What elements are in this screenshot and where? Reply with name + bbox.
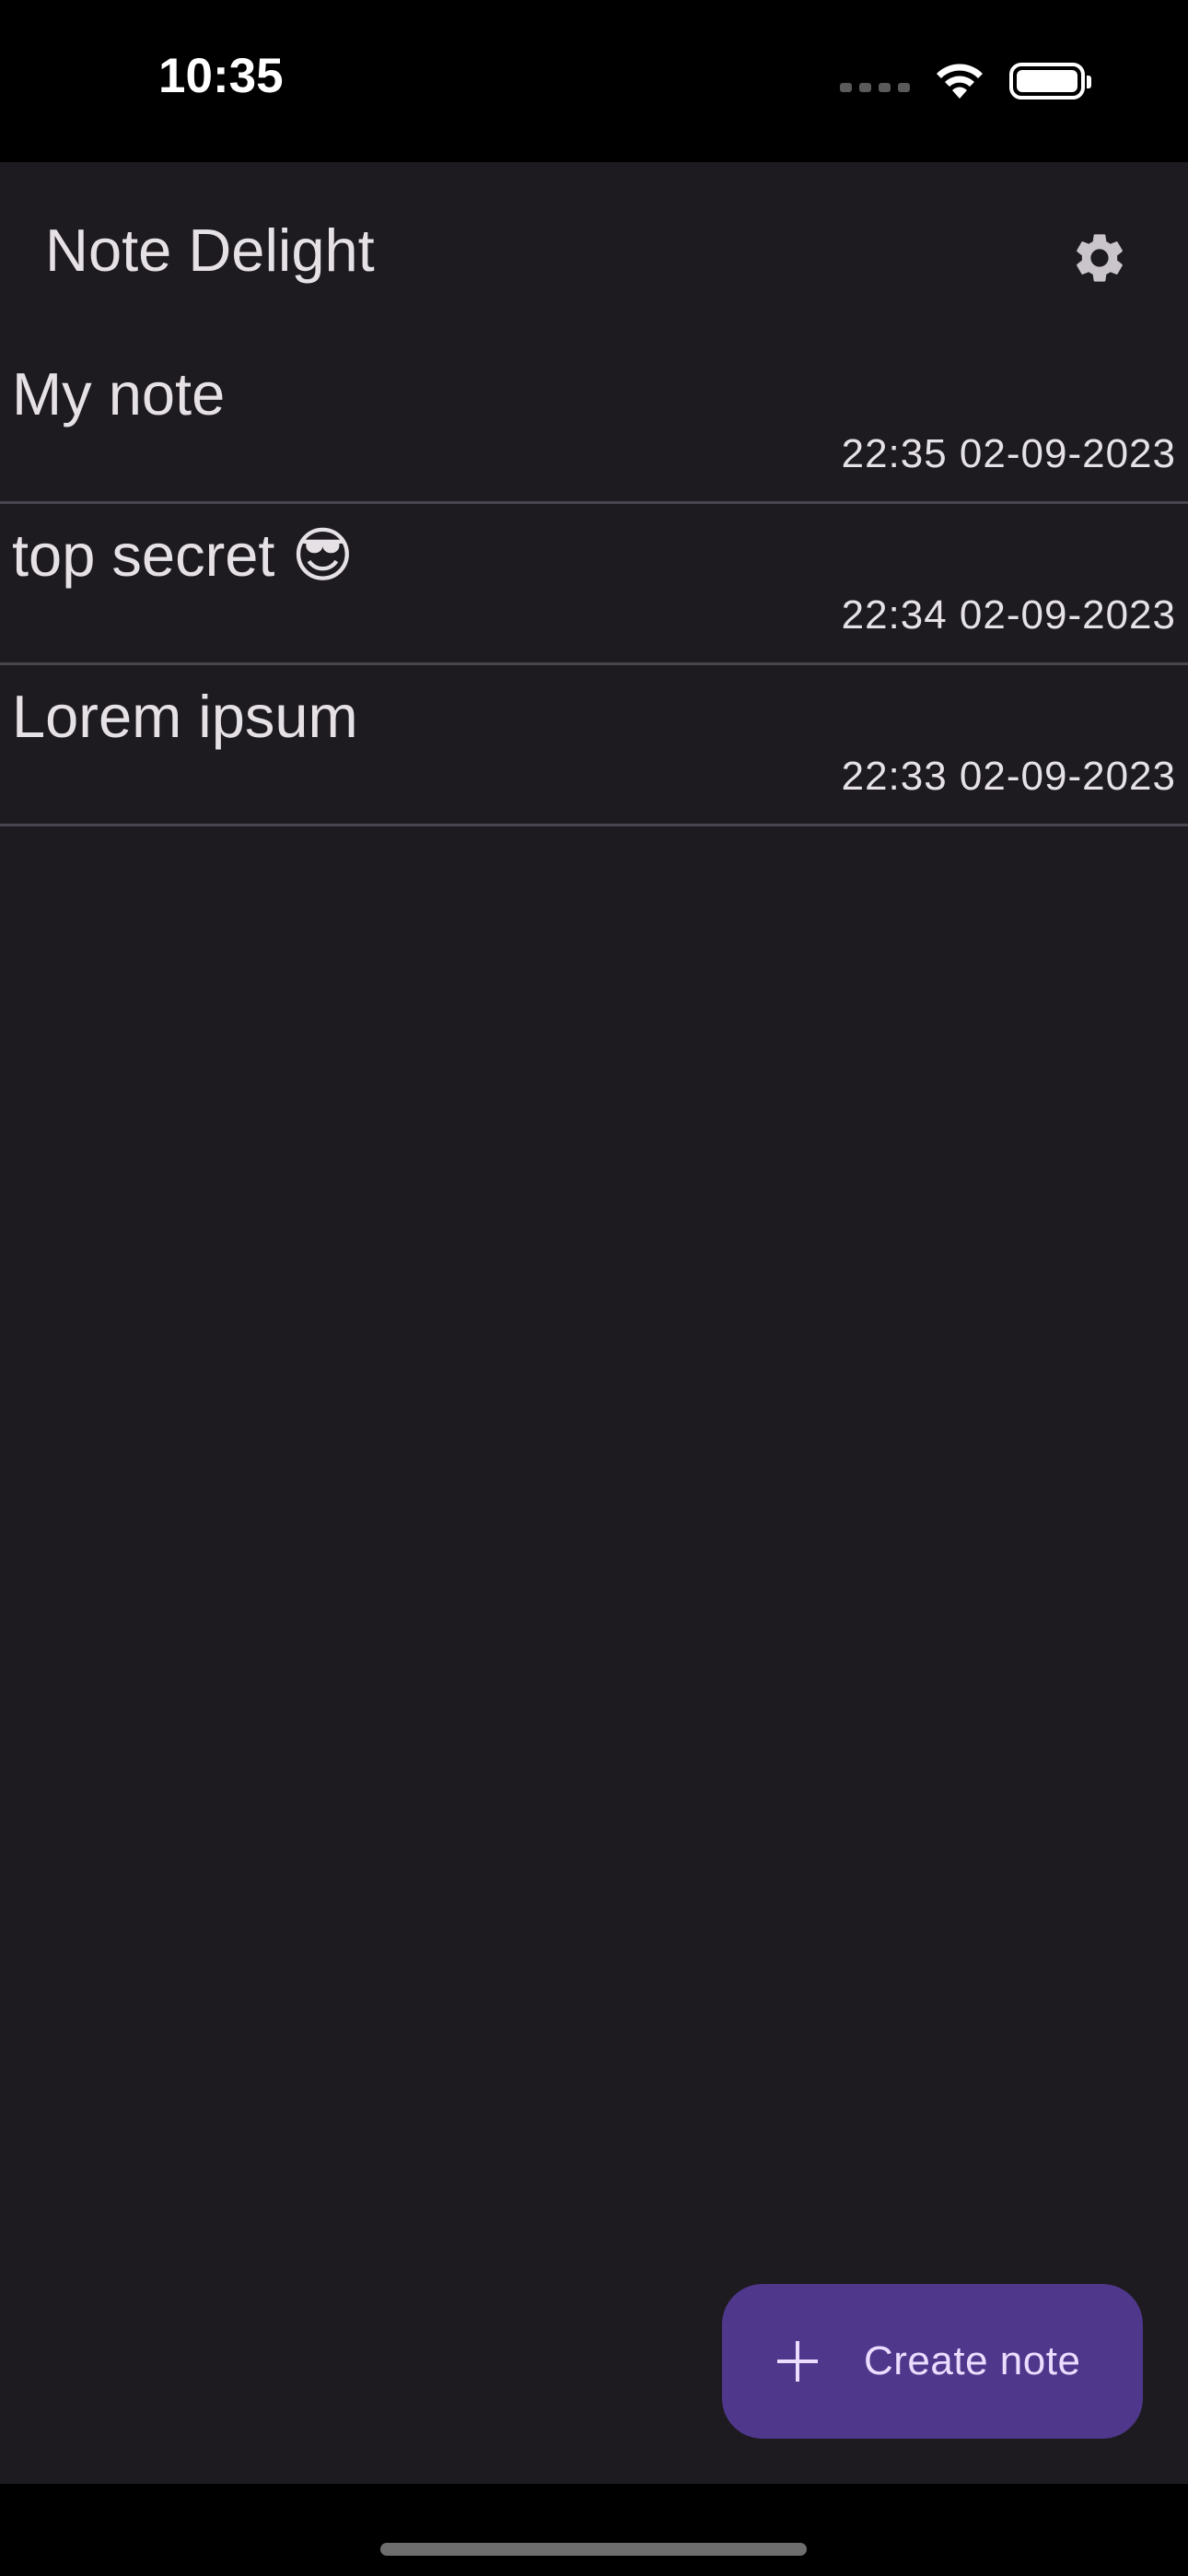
app-bar: Note Delight: [0, 162, 1188, 343]
create-note-button[interactable]: Create note: [722, 2284, 1143, 2439]
list-item[interactable]: top secret 😎 22:34 02-09-2023: [0, 504, 1188, 665]
note-date: 22:34 02-09-2023: [841, 592, 1176, 638]
note-date: 22:33 02-09-2023: [841, 754, 1176, 799]
home-indicator[interactable]: [380, 2543, 807, 2556]
list-item[interactable]: Lorem ipsum 22:33 02-09-2023: [0, 665, 1188, 826]
gear-icon: [1077, 234, 1123, 282]
note-title: Lorem ipsum: [12, 683, 358, 750]
app-screen: Note Delight My note 22:35 02-09-2023 to…: [0, 162, 1188, 2484]
list-item[interactable]: My note 22:35 02-09-2023: [0, 343, 1188, 504]
app-title: Note Delight: [45, 217, 375, 284]
settings-button[interactable]: [1059, 217, 1140, 299]
note-list: My note 22:35 02-09-2023 top secret 😎 22…: [0, 343, 1188, 826]
note-title: My note: [12, 360, 226, 427]
signal-icon: [840, 83, 910, 92]
plus-icon: [777, 2341, 818, 2382]
note-title: top secret 😎: [12, 521, 355, 589]
status-icons: [840, 59, 1091, 103]
create-note-label: Create note: [864, 2338, 1081, 2383]
battery-icon: [1009, 63, 1091, 100]
home-area: [0, 2484, 1188, 2576]
status-bar: 10:35: [0, 0, 1188, 162]
note-date: 22:35 02-09-2023: [841, 431, 1176, 476]
status-time: 10:35: [158, 49, 284, 103]
wifi-icon: [937, 64, 983, 99]
